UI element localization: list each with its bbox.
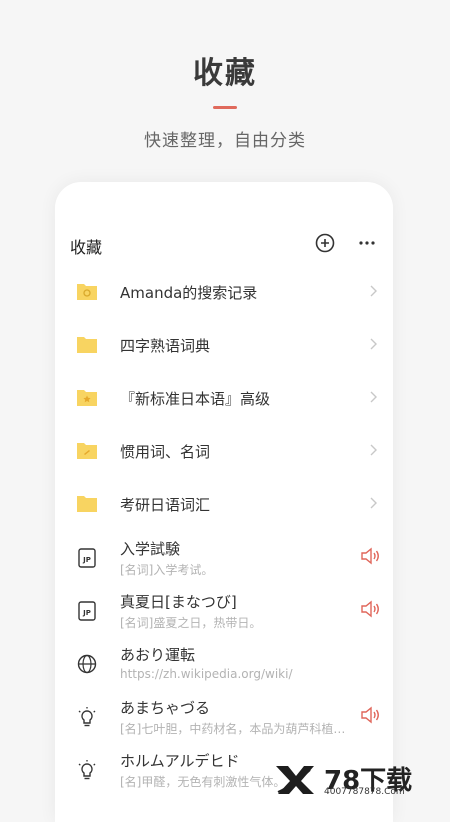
chevron-right-icon — [370, 497, 377, 509]
watermark-logo-icon — [276, 766, 314, 794]
site-watermark: 78下载 4007787878.Com — [272, 760, 442, 798]
word-title: 入学試験 — [120, 540, 181, 558]
word-title: あおり運転 — [120, 646, 196, 664]
word-row[interactable]: あおり運転 https://zh.wikipedia.org/wiki/ — [55, 637, 393, 690]
word-row[interactable]: JP 入学試験 [名词]入学考试。 — [55, 531, 393, 584]
word-definition: [名词]盛夏之日，热带日。 — [120, 616, 262, 630]
promo-subtitle: 快速整理，自由分类 — [144, 131, 306, 151]
favorites-list: Amanda的搜索记录 四字熟语词典 『新标准日本语』高级 惯用词、名词 考研日… — [55, 266, 393, 796]
folder-row[interactable]: 考研日语词汇 — [55, 478, 393, 531]
folder-note-icon — [77, 443, 97, 459]
plus-circle-icon[interactable] — [314, 232, 336, 254]
favorites-header: 收藏 — [70, 230, 378, 260]
speaker-icon[interactable] — [360, 547, 380, 565]
phone-screen-card: 收藏 Amanda的搜索记录 四字熟语词典 『新标准日本语』高级 惯用词、名词 … — [55, 182, 393, 822]
chevron-right-icon — [370, 444, 377, 456]
globe-icon — [77, 654, 97, 674]
lightbulb-icon — [78, 707, 96, 727]
speaker-icon[interactable] — [360, 706, 380, 724]
folder-row[interactable]: 惯用词、名词 — [55, 425, 393, 478]
chevron-right-icon — [370, 338, 377, 350]
promo-title: 收藏 — [193, 56, 257, 91]
folder-label: 惯用词、名词 — [120, 443, 211, 461]
folder-icon — [77, 337, 97, 353]
word-title: あまちゃづる — [120, 699, 211, 717]
folder-star-icon — [77, 390, 97, 406]
speaker-icon[interactable] — [360, 600, 380, 618]
word-definition: [名]七叶胆，中药材名，本品为葫芦科植物… — [120, 722, 352, 736]
jp-dictionary-icon: JP — [78, 548, 96, 568]
promo-accent-bar — [213, 106, 237, 109]
word-url: https://zh.wikipedia.org/wiki/ — [120, 667, 293, 681]
folder-row[interactable]: Amanda的搜索记录 — [55, 266, 393, 319]
word-definition: [名词]入学考试。 — [120, 563, 214, 577]
watermark-phone: 4007787878.Com — [324, 787, 405, 797]
folder-label: 四字熟语词典 — [120, 337, 211, 355]
svg-text:JP: JP — [82, 609, 91, 617]
lightbulb-icon — [78, 760, 96, 780]
chevron-right-icon — [370, 391, 377, 403]
word-title: ホルムアルデヒド — [120, 752, 240, 770]
folder-label: 考研日语词汇 — [120, 496, 211, 514]
favorites-title: 收藏 — [70, 238, 103, 257]
folder-row[interactable]: 四字熟语词典 — [55, 319, 393, 372]
svg-text:JP: JP — [82, 556, 91, 564]
word-title: 真夏日[まなつび] — [120, 593, 237, 611]
word-row[interactable]: あまちゃづる [名]七叶胆，中药材名，本品为葫芦科植物… — [55, 690, 393, 743]
folder-search-icon — [77, 284, 97, 300]
folder-label: 『新标准日本语』高级 — [120, 390, 271, 408]
folder-label: Amanda的搜索记录 — [120, 284, 258, 302]
word-row[interactable]: JP 真夏日[まなつび] [名词]盛夏之日，热带日。 — [55, 584, 393, 637]
folder-row[interactable]: 『新标准日本语』高级 — [55, 372, 393, 425]
more-horizontal-icon[interactable] — [356, 232, 378, 254]
chevron-right-icon — [370, 285, 377, 297]
jp-dictionary-icon: JP — [78, 601, 96, 621]
folder-icon — [77, 496, 97, 512]
